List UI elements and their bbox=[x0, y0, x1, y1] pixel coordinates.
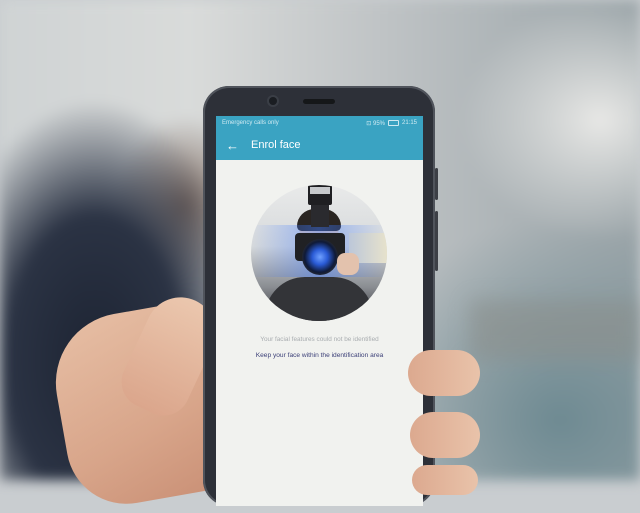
page-title: Enrol face bbox=[251, 139, 301, 151]
status-bar: Emergency calls only ⊡ 95% 21:15 bbox=[216, 116, 423, 130]
finger-1 bbox=[408, 350, 480, 396]
preview-person-body bbox=[265, 277, 373, 321]
status-right: ⊡ 95% 21:15 bbox=[366, 120, 417, 127]
earpiece bbox=[303, 99, 335, 104]
preview-hand bbox=[337, 253, 359, 275]
finger-2 bbox=[410, 412, 480, 458]
preview-flash-lens bbox=[310, 187, 330, 194]
preview-flash-neck bbox=[311, 205, 329, 227]
clock: 21:15 bbox=[401, 120, 417, 126]
carrier-text: Emergency calls only bbox=[222, 120, 279, 126]
face-preview-circle bbox=[251, 185, 387, 321]
app-header: ← Enrol face bbox=[216, 130, 423, 160]
front-camera-icon bbox=[269, 97, 277, 105]
phone: Emergency calls only ⊡ 95% 21:15 ← Enrol… bbox=[203, 86, 438, 506]
preview-camera-lens bbox=[302, 239, 338, 275]
instruction-message: Keep your face within the identification… bbox=[255, 352, 384, 359]
back-arrow-icon[interactable]: ← bbox=[226, 139, 239, 152]
volume-button bbox=[435, 211, 438, 271]
phone-screen: Emergency calls only ⊡ 95% 21:15 ← Enrol… bbox=[216, 116, 423, 506]
battery-icon bbox=[387, 120, 399, 126]
finger-3 bbox=[412, 465, 478, 495]
signal-text: ⊡ 95% bbox=[366, 120, 385, 127]
power-button bbox=[435, 168, 438, 200]
error-message: Your facial features could not be identi… bbox=[260, 336, 379, 343]
background-shelf bbox=[470, 300, 640, 360]
